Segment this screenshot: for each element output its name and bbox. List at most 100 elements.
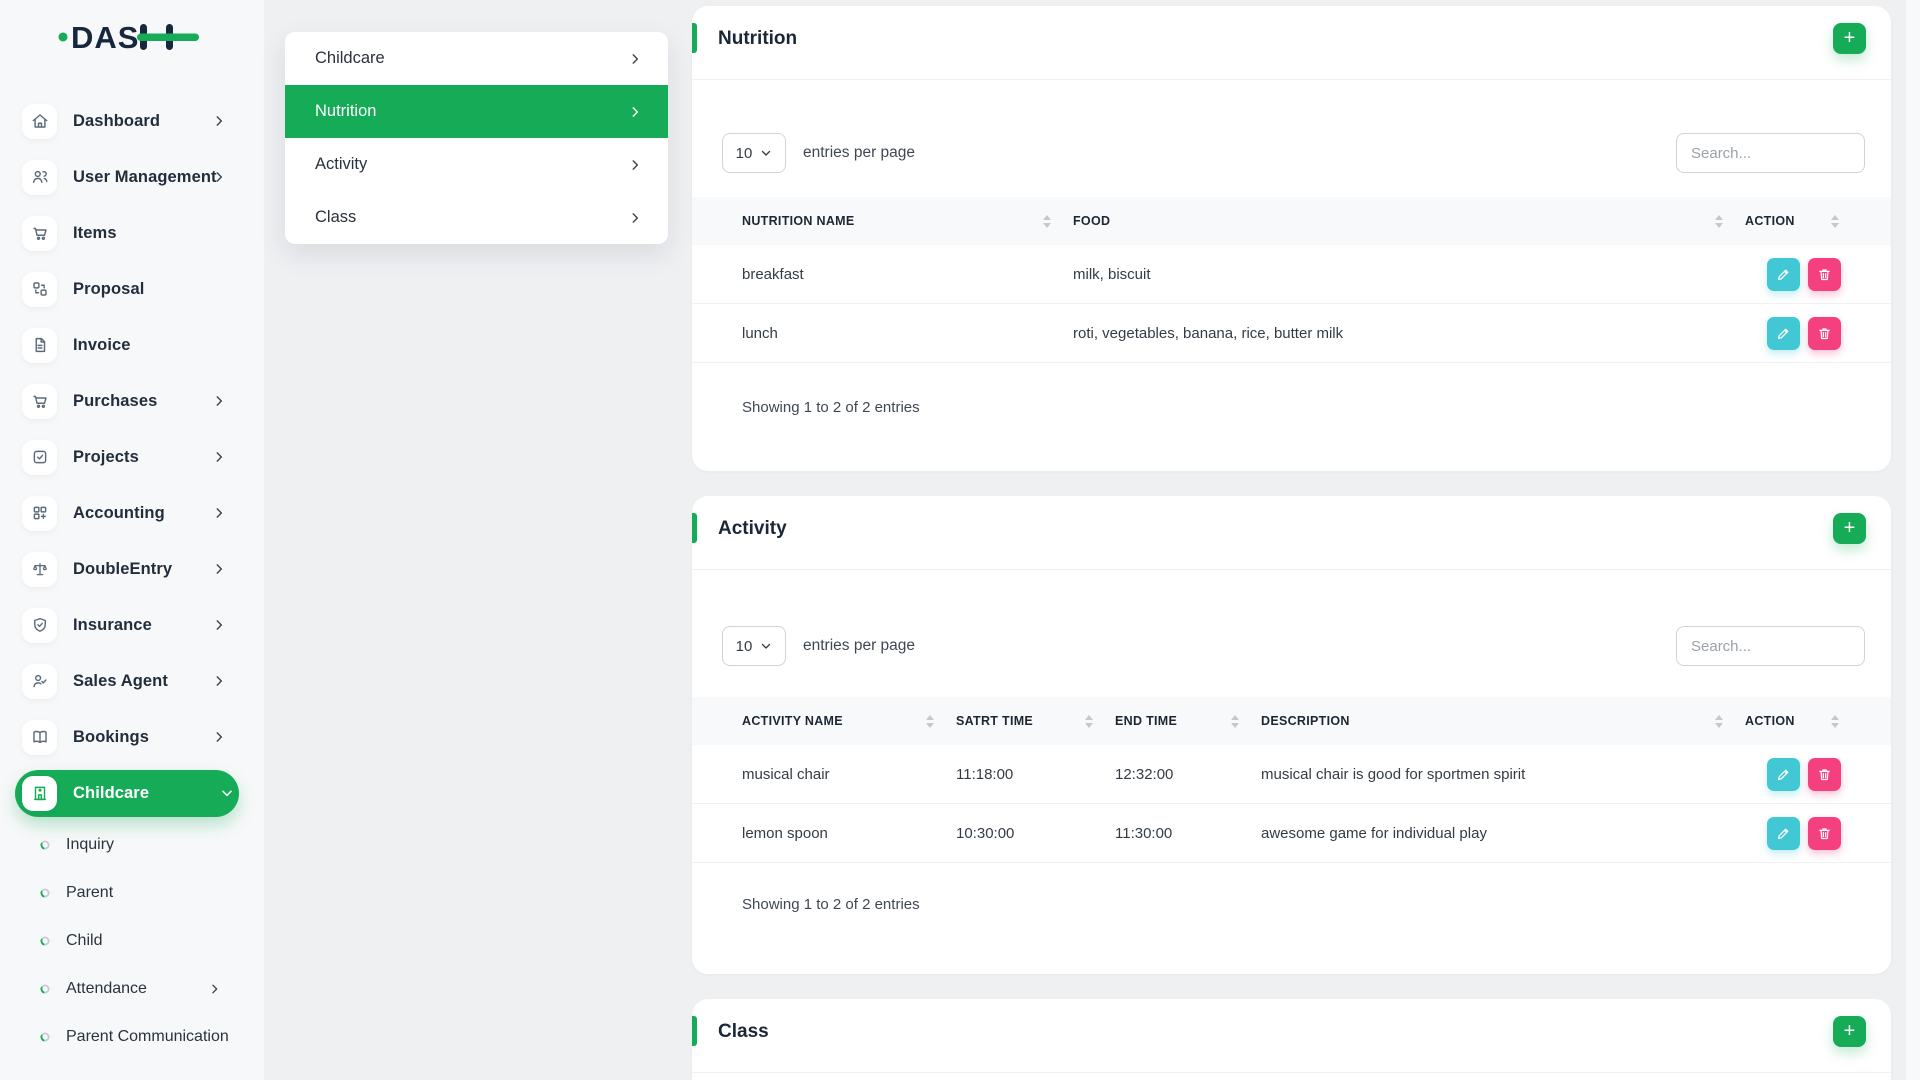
column-header-activity-name[interactable]: ACTIVITY NAME xyxy=(742,714,956,728)
search-input[interactable] xyxy=(1676,133,1865,173)
column-header-action[interactable]: ACTION xyxy=(1745,214,1841,228)
childcare-submenu: Inquiry Parent Child Attendance Parent C… xyxy=(0,821,264,1061)
sort-icon xyxy=(1715,715,1723,728)
add-nutrition-button[interactable]: + xyxy=(1833,23,1866,54)
sort-icon xyxy=(1831,215,1839,228)
sidebar-item-label: Proposal xyxy=(73,280,144,299)
bullet-icon xyxy=(40,936,50,946)
delete-button[interactable] xyxy=(1808,317,1841,350)
activity-card: Activity + 10 entries per page ACTIVITY … xyxy=(692,496,1891,974)
chevron-right-icon xyxy=(212,674,226,688)
flyout-item-activity[interactable]: Activity xyxy=(285,138,668,191)
flyout-item-label: Nutrition xyxy=(315,102,376,121)
search-input[interactable] xyxy=(1676,626,1865,666)
accent-bar xyxy=(692,1016,697,1046)
delete-button[interactable] xyxy=(1808,758,1841,791)
sidebar-subitem-parent[interactable]: Parent xyxy=(0,869,264,917)
sidebar-item-label: Dashboard xyxy=(73,112,160,131)
chevron-down-icon xyxy=(220,786,234,800)
sidebar-item-doubleentry[interactable]: DoubleEntry xyxy=(0,541,264,597)
entries-per-page-label: entries per page xyxy=(803,133,915,173)
sidebar-subitem-child[interactable]: Child xyxy=(0,917,264,965)
sidebar-item-sales-agent[interactable]: Sales Agent xyxy=(0,653,264,709)
scrollbar[interactable] xyxy=(1905,0,1920,1080)
sidebar-subitem-label: Inquiry xyxy=(66,836,114,854)
showing-entries-text: Showing 1 to 2 of 2 entries xyxy=(742,896,920,913)
sidebar-item-label: Sales Agent xyxy=(73,672,168,691)
chevron-right-icon xyxy=(212,170,226,184)
column-header-food[interactable]: FOOD xyxy=(1073,214,1745,228)
page-size-select[interactable]: 10 xyxy=(722,133,786,173)
sidebar-item-bookings[interactable]: Bookings xyxy=(0,709,264,765)
bullet-icon xyxy=(40,888,50,898)
sort-icon xyxy=(1231,715,1239,728)
grid-plus-icon xyxy=(22,496,57,531)
entries-per-page-label: entries per page xyxy=(803,626,915,666)
sidebar-item-proposal[interactable]: Proposal xyxy=(0,261,264,317)
page-title: Nutrition xyxy=(718,28,797,50)
bullet-icon xyxy=(40,984,50,994)
edit-button[interactable] xyxy=(1767,758,1800,791)
flyout-item-label: Activity xyxy=(315,155,367,174)
svg-text:DAS: DAS xyxy=(71,20,139,55)
class-card: Class + xyxy=(692,999,1891,1080)
sidebar-item-invoice[interactable]: Invoice xyxy=(0,317,264,373)
table-row: musical chair 11:18:00 12:32:00 musical … xyxy=(692,745,1891,804)
shield-check-icon xyxy=(22,608,57,643)
sidebar-subitem-inquiry[interactable]: Inquiry xyxy=(0,821,264,869)
sidebar-item-purchases[interactable]: Purchases xyxy=(0,373,264,429)
sidebar-item-user-management[interactable]: User Management xyxy=(0,149,264,205)
childcare-flyout-menu: Childcare Nutrition Activity Class xyxy=(285,32,668,244)
cell-description: musical chair is good for sportmen spiri… xyxy=(1261,766,1745,783)
chevron-right-icon xyxy=(208,983,221,996)
chevron-right-icon xyxy=(212,618,226,632)
delete-button[interactable] xyxy=(1808,258,1841,291)
sidebar-item-items[interactable]: Items xyxy=(0,205,264,261)
chevron-right-icon xyxy=(212,450,226,464)
showing-entries-text: Showing 1 to 2 of 2 entries xyxy=(742,399,920,416)
sidebar-subitem-parent-communication[interactable]: Parent Communication xyxy=(0,1013,264,1061)
sidebar-subitem-label: Parent xyxy=(66,884,113,902)
dash-logo: DAS xyxy=(58,16,200,58)
sidebar-item-projects[interactable]: Projects xyxy=(0,429,264,485)
column-header-action[interactable]: ACTION xyxy=(1745,714,1841,728)
page-size-select[interactable]: 10 xyxy=(722,626,786,666)
column-header-description[interactable]: DESCRIPTION xyxy=(1261,714,1745,728)
table-row: lunch roti, vegetables, banana, rice, bu… xyxy=(692,304,1891,363)
chevron-right-icon xyxy=(212,394,226,408)
nutrition-table-controls: 10 entries per page xyxy=(692,133,1891,173)
chevron-right-icon xyxy=(212,114,226,128)
edit-button[interactable] xyxy=(1767,817,1800,850)
cell-nutrition-name: breakfast xyxy=(742,266,1073,283)
sidebar-nav: Dashboard User Management Items Proposal xyxy=(0,93,264,821)
chevron-right-icon xyxy=(628,105,642,119)
nutrition-card: Nutrition + 10 entries per page NUTRITIO… xyxy=(692,6,1891,471)
flyout-item-nutrition[interactable]: Nutrition xyxy=(285,85,668,138)
page-title: Class xyxy=(718,1021,769,1043)
sidebar-subitem-attendance[interactable]: Attendance xyxy=(0,965,264,1013)
cart-icon xyxy=(22,384,57,419)
column-header-start-time[interactable]: SATRT TIME xyxy=(956,714,1115,728)
sidebar-item-accounting[interactable]: Accounting xyxy=(0,485,264,541)
sort-icon xyxy=(1043,215,1051,228)
delete-button[interactable] xyxy=(1808,817,1841,850)
cell-end-time: 12:32:00 xyxy=(1115,766,1261,783)
sidebar-item-label: Accounting xyxy=(73,504,165,523)
flyout-item-class[interactable]: Class xyxy=(285,191,668,244)
users-icon xyxy=(22,160,57,195)
user-check-icon xyxy=(22,664,57,699)
column-header-end-time[interactable]: END TIME xyxy=(1115,714,1261,728)
sidebar-item-dashboard[interactable]: Dashboard xyxy=(0,93,264,149)
cell-start-time: 11:18:00 xyxy=(956,766,1115,783)
flyout-item-label: Childcare xyxy=(315,49,385,68)
edit-button[interactable] xyxy=(1767,258,1800,291)
sidebar-subitem-label: Child xyxy=(66,932,102,950)
sidebar-item-insurance[interactable]: Insurance xyxy=(0,597,264,653)
edit-button[interactable] xyxy=(1767,317,1800,350)
add-activity-button[interactable]: + xyxy=(1833,513,1866,544)
flyout-item-childcare[interactable]: Childcare xyxy=(285,32,668,85)
add-class-button[interactable]: + xyxy=(1833,1016,1866,1047)
sidebar: DAS Dashboard User Management Items xyxy=(0,0,264,1080)
column-header-nutrition-name[interactable]: NUTRITION NAME xyxy=(742,214,1073,228)
sidebar-item-childcare[interactable]: Childcare xyxy=(15,770,239,817)
